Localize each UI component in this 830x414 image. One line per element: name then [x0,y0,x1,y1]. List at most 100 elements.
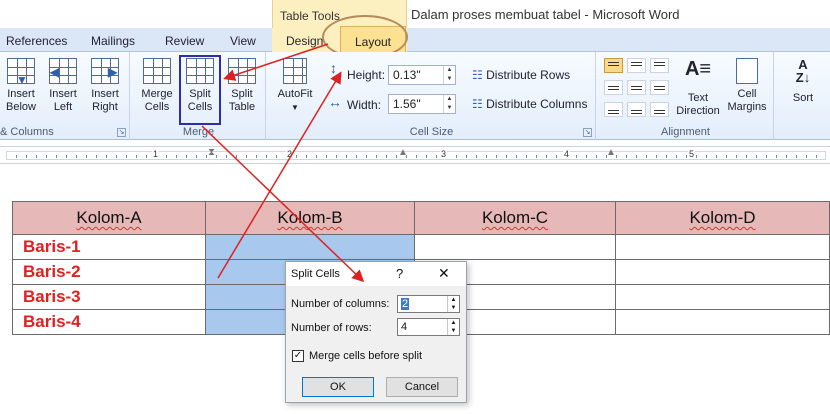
cell-margins-icon [736,58,758,84]
cell-margins-label-1: Cell [737,88,757,100]
rows-spinner-icon[interactable]: ▲ ▼ [447,319,459,335]
align-middle-center-icon[interactable] [627,80,646,95]
table-row: Baris-1 [12,234,830,260]
column-marker-icon[interactable]: ▲ [606,147,616,163]
group-rows-columns: ▼ Insert Below ◀ Insert Left ▶ Insert Ri… [0,52,130,140]
table-cell[interactable] [615,284,830,310]
insert-right-label-2: Right [92,101,118,113]
group-alignment: A≡ Text Direction Cell Margins Alignment [598,52,774,140]
split-cells-label-1: Split [189,88,211,100]
merge-cells-label-2: Cells [144,101,170,113]
autofit-dropdown-icon: ▼ [291,103,299,112]
indent-marker-icon[interactable]: ⧗ [208,147,216,163]
table-cell[interactable] [615,234,830,260]
insert-left-label-2: Left [53,101,73,113]
cell-size-launcher-icon[interactable]: ↘ [583,128,592,137]
group-merge: Merge Cells Split Cells Split Table Merg… [132,52,266,140]
distribute-columns-label: Distribute Columns [486,97,588,111]
table-cell[interactable] [414,234,616,260]
sort-button[interactable]: A Z↓ Sort [782,56,824,124]
sort-label: Sort [792,92,814,104]
table-header-cell[interactable]: Kolom-D [615,201,830,235]
height-spinner-icon[interactable]: ▲ ▼ [443,66,455,84]
align-bottom-right-icon[interactable] [650,102,669,117]
text-direction-button[interactable]: A≡ Text Direction [676,56,720,124]
close-icon[interactable]: ✕ [438,265,450,282]
tab-review[interactable]: Review [165,28,204,52]
ok-button[interactable]: OK [302,377,374,397]
align-top-right-icon[interactable] [650,58,669,73]
autofit-icon [283,58,307,84]
table-tools-label: Table Tools [272,0,407,28]
align-bottom-center-icon[interactable] [627,102,646,117]
tab-mailings[interactable]: Mailings [91,28,135,52]
help-icon[interactable]: ? [396,266,403,281]
cell-size-group-label: Cell Size [409,126,454,138]
split-cells-dialog: Split Cells ? ✕ Number of columns: 2 ▲ ▼ … [285,261,467,403]
horizontal-ruler[interactable]: 1 2 3 4 5 ⧗ ▲ ▲ [0,146,830,164]
row-label-cell[interactable]: Baris-2 [12,259,206,285]
align-top-left-icon[interactable] [604,58,623,73]
insert-below-button[interactable]: ▼ Insert Below [0,56,42,124]
insert-below-icon: ▼ [7,58,35,87]
row-label-cell[interactable]: Baris-1 [12,234,206,260]
split-table-label-2: Table [228,101,256,113]
split-table-label-1: Split [231,88,253,100]
insert-left-icon: ◀ [49,58,77,84]
width-spinner-icon[interactable]: ▲ ▼ [443,95,455,113]
insert-left-button[interactable]: ◀ Insert Left [42,56,84,124]
width-input[interactable]: 1.56" ▲ ▼ [388,94,456,114]
rows-input[interactable]: 4 ▲ ▼ [397,318,460,336]
insert-right-button[interactable]: ▶ Insert Right [84,56,126,124]
align-middle-right-icon[interactable] [650,80,669,95]
table-header-cell[interactable]: Kolom-A [12,201,206,235]
tab-references[interactable]: References [6,28,67,52]
table-cell[interactable] [615,309,830,335]
table-header-cell[interactable]: Kolom-B [205,201,415,235]
sort-icon: A Z↓ [795,57,811,85]
columns-spinner-icon[interactable]: ▲ ▼ [447,296,459,312]
autofit-button[interactable]: AutoFit ▼ [274,56,316,124]
merge-before-split-checkbox[interactable]: ✓ [292,350,304,362]
columns-label: Number of columns: [291,298,390,310]
table-header-cell[interactable]: Kolom-C [414,201,616,235]
height-icon: ↕ [330,60,337,76]
tab-design[interactable]: Design [286,28,323,52]
ruler-number: 2 [286,149,294,159]
merge-group-label: Merge [182,126,215,138]
distribute-rows-label: Distribute Rows [486,68,571,82]
text-direction-label-1: Text [687,92,709,104]
align-bottom-left-icon[interactable] [604,102,623,117]
height-value: 0.13" [393,68,421,82]
selected-cell[interactable] [205,234,415,260]
row-label-cell[interactable]: Baris-3 [12,284,206,310]
cell-margins-label-2: Margins [727,101,767,113]
merge-cells-button[interactable]: Merge Cells [136,56,178,124]
cell-margins-button[interactable]: Cell Margins [724,56,770,124]
align-middle-left-icon[interactable] [604,80,623,95]
table-cell[interactable] [615,259,830,285]
height-input[interactable]: 0.13" ▲ ▼ [388,65,456,85]
insert-right-label-1: Insert [91,88,119,100]
distribute-columns-button[interactable]: ☷ Distribute Columns [472,97,587,111]
rows-columns-group-label: & Columns [0,126,54,138]
rows-columns-launcher-icon[interactable]: ↘ [117,128,126,137]
column-marker-icon[interactable]: ▲ [398,147,408,163]
cancel-button[interactable]: Cancel [386,377,458,397]
tab-layout[interactable]: Layout [340,26,406,52]
tab-view[interactable]: View [230,28,256,52]
insert-left-label-1: Insert [49,88,77,100]
group-data: A Z↓ Sort [776,52,830,140]
align-top-center-icon[interactable] [627,58,646,73]
window-title: Dalam proses membuat tabel - Microsoft W… [411,7,680,22]
merge-before-split-label: Merge cells before split [309,350,423,362]
dialog-title: Split Cells [291,268,340,280]
split-table-button[interactable]: Split Table [221,56,263,124]
row-label-cell[interactable]: Baris-4 [12,309,206,335]
width-icon: ↔ [328,94,342,110]
distribute-rows-button[interactable]: ☷ Distribute Rows [472,68,570,82]
dialog-title-bar[interactable]: Split Cells ? ✕ [286,262,466,286]
columns-input[interactable]: 2 ▲ ▼ [397,295,460,313]
split-cells-button[interactable]: Split Cells [179,56,221,124]
ruler-number: 4 [563,149,571,159]
